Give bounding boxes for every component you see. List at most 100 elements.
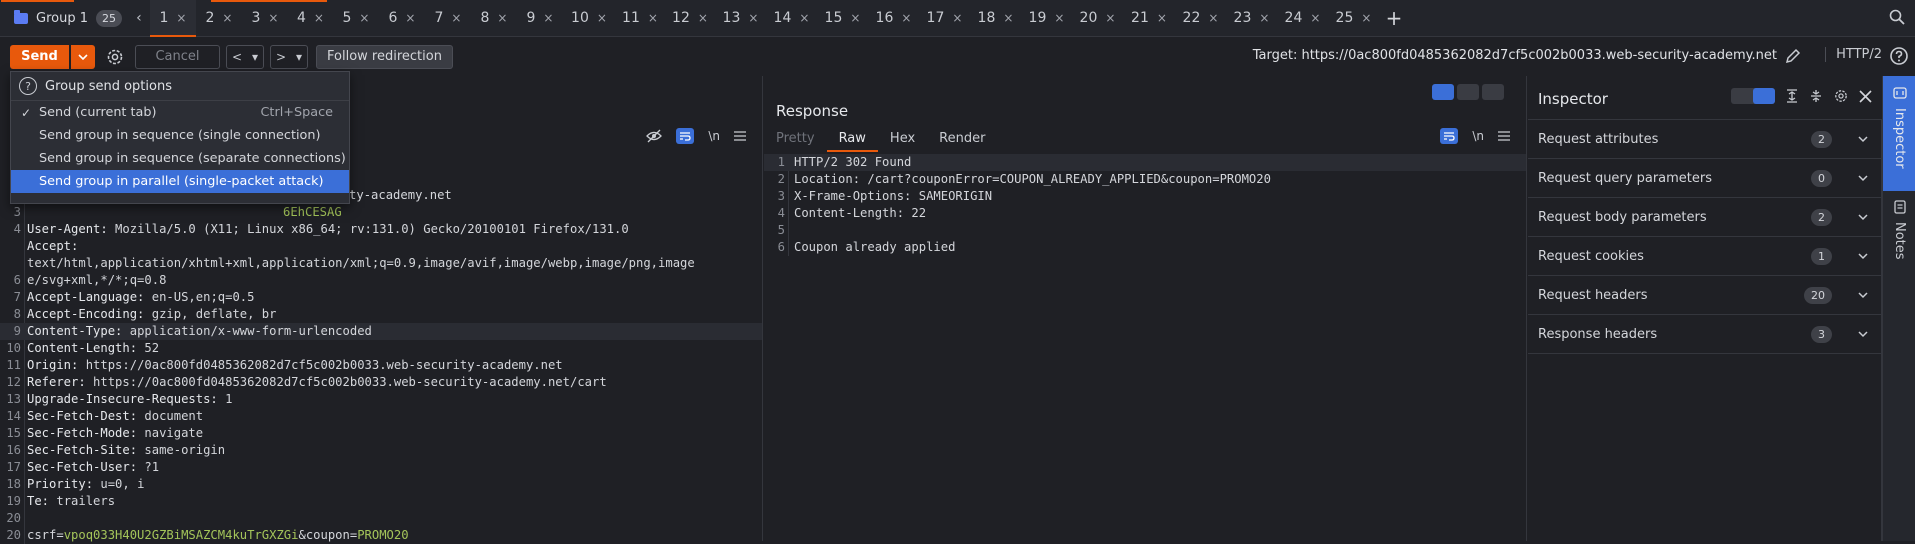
tab-group-chip[interactable]: Group 1 25 <box>0 0 128 37</box>
request-line[interactable]: 10 Content-Length: 52 <box>0 340 762 357</box>
request-line[interactable]: 13 Upgrade-Insecure-Requests: 1 <box>0 391 762 408</box>
response-line[interactable]: 4 Content-Length: 22 <box>764 205 1526 222</box>
tab-2[interactable]: 2 × <box>196 0 242 37</box>
response-line[interactable]: 1 HTTP/2 302 Found <box>764 154 1526 171</box>
tab-pretty[interactable]: Pretty <box>764 128 827 150</box>
request-line[interactable]: 14 Sec-Fetch-Dest: document <box>0 408 762 425</box>
close-tab-icon[interactable]: × <box>850 11 860 25</box>
response-line[interactable]: 5 <box>764 222 1526 239</box>
close-tab-icon[interactable]: × <box>222 11 232 25</box>
inspector-section-request-body-parameters[interactable]: Request body parameters 2 <box>1528 198 1882 237</box>
collapse-all-icon[interactable] <box>1809 89 1823 103</box>
close-tab-icon[interactable]: × <box>451 11 461 25</box>
request-line[interactable]: 16 Sec-Fetch-Site: same-origin <box>0 442 762 459</box>
request-line[interactable]: 20 <box>0 510 762 527</box>
request-line[interactable]: 11 Origin: https://0ac800fd0485362082d7cf… <box>0 357 762 374</box>
response-line[interactable]: 6 Coupon already applied <box>764 239 1526 256</box>
edit-target-pencil-icon[interactable] <box>1784 47 1802 65</box>
hide-nonprintable-eye-icon[interactable] <box>646 129 663 143</box>
tab-8[interactable]: 8 × <box>471 0 517 37</box>
tab-19[interactable]: 19 × <box>1021 0 1072 37</box>
close-tab-icon[interactable]: × <box>648 11 658 25</box>
back-button[interactable]: < ▾ <box>226 44 264 69</box>
chevron-down-icon[interactable] <box>1858 212 1868 222</box>
tab-12[interactable]: 12 × <box>665 0 715 37</box>
chevron-down-icon[interactable] <box>1858 290 1868 300</box>
chevron-down-icon[interactable] <box>1858 251 1868 261</box>
request-line[interactable]: 18 Priority: u=0, i <box>0 476 762 493</box>
send-button[interactable]: Send <box>10 44 69 69</box>
tab-5[interactable]: 5 × <box>333 0 379 37</box>
close-tab-icon[interactable]: × <box>1361 11 1371 25</box>
close-tab-icon[interactable]: × <box>1003 11 1013 25</box>
tab-16[interactable]: 16 × <box>868 0 919 37</box>
forward-history-dropdown-icon[interactable]: ▾ <box>296 50 302 64</box>
close-tab-icon[interactable]: × <box>799 11 809 25</box>
inspector-section-request-attributes[interactable]: Request attributes 2 <box>1528 120 1882 159</box>
tab-24[interactable]: 24 × <box>1277 0 1328 37</box>
request-line[interactable]: 17 Sec-Fetch-User: ?1 <box>0 459 762 476</box>
sidebar-tab-notes[interactable]: Notes <box>1883 194 1915 274</box>
tab-23[interactable]: 23 × <box>1226 0 1277 37</box>
tab-11[interactable]: 11 × <box>615 0 665 37</box>
response-line[interactable]: 3 X-Frame-Options: SAMEORIGIN <box>764 188 1526 205</box>
request-line[interactable]: Accept: <box>0 238 762 255</box>
follow-redirection-button[interactable]: Follow redirection <box>316 44 453 69</box>
protocol-label[interactable]: HTTP/2 <box>1825 47 1882 62</box>
tab-18[interactable]: 18 × <box>970 0 1021 37</box>
gear-icon[interactable] <box>105 47 125 67</box>
close-tab-icon[interactable]: × <box>1310 11 1320 25</box>
response-line[interactable]: 2 Location: /cart?couponError=COUPON_ALRE… <box>764 171 1526 188</box>
search-icon[interactable] <box>1889 9 1905 25</box>
request-line[interactable]: 7 Accept-Language: en-US,en;q=0.5 <box>0 289 762 306</box>
close-tab-icon[interactable]: × <box>952 11 962 25</box>
tab-4[interactable]: 4 × <box>288 0 333 37</box>
close-tab-icon[interactable]: × <box>1105 11 1115 25</box>
forward-button[interactable]: > ▾ <box>270 44 308 69</box>
request-line[interactable]: 12 Referer: https://0ac800fd0485362082d7c… <box>0 374 762 391</box>
expand-all-icon[interactable] <box>1785 89 1799 103</box>
tab-13[interactable]: 13 × <box>715 0 766 37</box>
inspector-section-request-headers[interactable]: Request headers 20 <box>1528 276 1882 315</box>
tab-17[interactable]: 17 × <box>919 0 970 37</box>
close-tab-icon[interactable]: × <box>1208 11 1218 25</box>
send-options-dropdown-button[interactable] <box>71 44 95 69</box>
gear-icon[interactable] <box>1833 88 1849 104</box>
request-body-line[interactable]: 20 csrf=vpoq033H40U2GZBiMSAZCM4kuTrGXZGi… <box>0 527 762 544</box>
tab-hex[interactable]: Hex <box>878 128 927 150</box>
help-icon[interactable] <box>1889 46 1909 66</box>
show-newlines-button[interactable]: \n <box>708 129 720 143</box>
tab-25[interactable]: 25 × <box>1328 0 1379 37</box>
request-line[interactable]: 4 User-Agent: Mozilla/5.0 (X11; Linux x86… <box>0 221 762 238</box>
show-newlines-button[interactable]: \n <box>1472 129 1484 143</box>
sidebar-tab-inspector[interactable]: Inspector <box>1883 76 1915 191</box>
layout-top-bottom-button[interactable] <box>1457 84 1479 100</box>
close-tab-icon[interactable]: × <box>748 11 758 25</box>
inspector-layout-toggle[interactable] <box>1731 88 1775 104</box>
inspector-section-request-cookies[interactable]: Request cookies 1 <box>1528 237 1882 276</box>
close-tab-icon[interactable]: × <box>1157 11 1167 25</box>
inspector-section-response-headers[interactable]: Response headers 3 <box>1528 315 1882 354</box>
tab-22[interactable]: 22 × <box>1175 0 1226 37</box>
tab-1[interactable]: 1 × <box>149 0 196 37</box>
tab-raw[interactable]: Raw <box>826 128 879 152</box>
tab-20[interactable]: 20 × <box>1072 0 1123 37</box>
menu-item-sequence-single-connection[interactable]: Send group in sequence (single connectio… <box>11 124 349 147</box>
request-line[interactable]: 15 Sec-Fetch-Mode: navigate <box>0 425 762 442</box>
close-tab-icon[interactable]: × <box>1259 11 1269 25</box>
tab-3[interactable]: 3 × <box>242 0 288 37</box>
chevron-down-icon[interactable] <box>1858 134 1868 144</box>
tab-render[interactable]: Render <box>927 128 997 150</box>
close-tab-icon[interactable]: × <box>597 11 607 25</box>
word-wrap-icon[interactable] <box>1440 128 1459 144</box>
menu-icon[interactable] <box>734 131 746 141</box>
request-line[interactable]: 6 e/svg+xml,*/*;q=0.8 <box>0 272 762 289</box>
request-editor[interactable]: 12eb-security-academy.net36EhCESAG4User-… <box>0 170 762 544</box>
menu-icon[interactable] <box>1498 131 1510 141</box>
layout-option-right[interactable] <box>1753 88 1775 104</box>
close-tab-icon[interactable]: × <box>1054 11 1064 25</box>
request-line[interactable]: 8 Accept-Encoding: gzip, deflate, br <box>0 306 762 323</box>
request-line[interactable]: 3 6EhCESAG <box>0 204 762 221</box>
tab-14[interactable]: 14 × <box>766 0 817 37</box>
add-tab-button[interactable]: + <box>1379 6 1409 30</box>
